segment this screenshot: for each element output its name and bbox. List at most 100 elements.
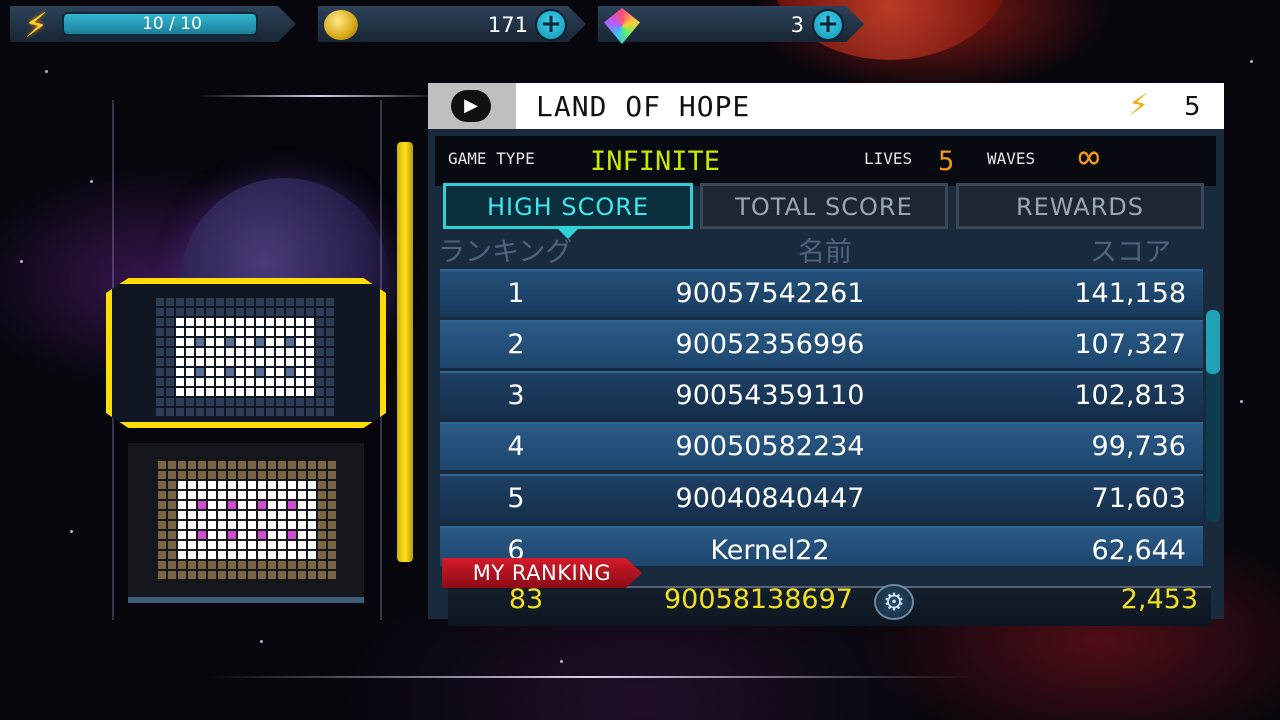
map-tile bbox=[158, 511, 166, 519]
map-tile bbox=[226, 388, 234, 396]
table-row[interactable]: 1 90057542261 141,158 bbox=[440, 269, 1203, 317]
map-tile bbox=[256, 388, 264, 396]
my-name: 90058138697 bbox=[664, 584, 853, 615]
table-row[interactable]: 3 90054359110 102,813 bbox=[440, 371, 1203, 419]
map-tile bbox=[288, 501, 296, 509]
map-tile bbox=[208, 561, 216, 569]
map-tile bbox=[168, 521, 176, 529]
play-button[interactable]: ▶ bbox=[451, 90, 491, 122]
map-tile bbox=[306, 368, 314, 376]
map-tile bbox=[226, 338, 234, 346]
map-tile bbox=[196, 368, 204, 376]
star bbox=[45, 70, 48, 73]
map-tile bbox=[296, 398, 304, 406]
map-tile bbox=[316, 398, 324, 406]
map-tile bbox=[286, 348, 294, 356]
map-tile bbox=[276, 308, 284, 316]
table-row[interactable]: 4 90050582234 99,736 bbox=[440, 422, 1203, 470]
map-tile bbox=[166, 398, 174, 406]
map-tile bbox=[258, 561, 266, 569]
map-tile bbox=[308, 481, 316, 489]
ranking-scroll-thumb[interactable] bbox=[1206, 310, 1220, 374]
map-tile bbox=[298, 551, 306, 559]
tab-total-score[interactable]: TOTAL SCORE bbox=[700, 183, 948, 229]
map-tile bbox=[228, 491, 236, 499]
map-tile bbox=[308, 541, 316, 549]
map-tile bbox=[276, 298, 284, 306]
level-thumbnail[interactable] bbox=[128, 443, 364, 603]
map-tile bbox=[308, 551, 316, 559]
map-tile bbox=[328, 471, 336, 479]
map-tile bbox=[166, 388, 174, 396]
map-tile bbox=[226, 328, 234, 336]
map-tile bbox=[236, 378, 244, 386]
level-thumbnail-selected[interactable] bbox=[106, 278, 386, 428]
map-tile bbox=[226, 308, 234, 316]
map-tile bbox=[278, 551, 286, 559]
map-tile bbox=[258, 461, 266, 469]
add-gems-button[interactable]: + bbox=[812, 9, 844, 41]
map-tile bbox=[326, 408, 334, 416]
column-header-ranking: ランキング bbox=[438, 237, 573, 268]
map-tile bbox=[288, 491, 296, 499]
map-tile bbox=[266, 298, 274, 306]
map-tile bbox=[206, 328, 214, 336]
map-tile bbox=[166, 338, 174, 346]
coin-stack-icon bbox=[324, 10, 358, 40]
map-tile bbox=[288, 561, 296, 569]
map-tile bbox=[208, 531, 216, 539]
map-tile bbox=[266, 308, 274, 316]
map-tile bbox=[306, 398, 314, 406]
map-tile bbox=[156, 398, 164, 406]
map-tile bbox=[276, 378, 284, 386]
map-tile bbox=[178, 491, 186, 499]
map-tile bbox=[308, 521, 316, 529]
tab-high-score[interactable]: HIGH SCORE bbox=[443, 183, 693, 229]
map-tile bbox=[158, 491, 166, 499]
add-coins-button[interactable]: + bbox=[535, 9, 567, 41]
map-tile bbox=[296, 318, 304, 326]
map-tile bbox=[318, 531, 326, 539]
map-tile bbox=[228, 471, 236, 479]
map-tile bbox=[276, 358, 284, 366]
map-tile bbox=[208, 461, 216, 469]
map-tile bbox=[236, 348, 244, 356]
map-tile bbox=[198, 521, 206, 529]
map-tile bbox=[268, 571, 276, 579]
map-tile bbox=[206, 298, 214, 306]
map-tile bbox=[326, 388, 334, 396]
play-icon: ▶ bbox=[464, 95, 478, 116]
tab-rewards[interactable]: REWARDS bbox=[956, 183, 1204, 229]
map-tile bbox=[278, 541, 286, 549]
row-score: 99,736 bbox=[1091, 431, 1186, 462]
map-tile bbox=[296, 298, 304, 306]
map-tile bbox=[196, 348, 204, 356]
map-tile bbox=[236, 328, 244, 336]
level-list-scrollbar[interactable] bbox=[397, 142, 413, 562]
map-tile bbox=[268, 511, 276, 519]
map-tile bbox=[226, 348, 234, 356]
map-tile bbox=[196, 328, 204, 336]
map-tile bbox=[188, 501, 196, 509]
map-tile bbox=[306, 328, 314, 336]
map-tile bbox=[206, 368, 214, 376]
table-row[interactable]: 5 90040840447 71,603 bbox=[440, 474, 1203, 522]
map-tile bbox=[236, 338, 244, 346]
map-tile bbox=[238, 511, 246, 519]
map-tile bbox=[216, 378, 224, 386]
profile-settings-button[interactable]: ⚙ bbox=[874, 584, 914, 620]
map-tile bbox=[186, 328, 194, 336]
map-tile bbox=[156, 298, 164, 306]
map-tile bbox=[218, 481, 226, 489]
row-score: 102,813 bbox=[1074, 380, 1186, 411]
map-tile bbox=[206, 308, 214, 316]
map-tile bbox=[178, 511, 186, 519]
table-row[interactable]: 2 90052356996 107,327 bbox=[440, 320, 1203, 368]
map-tile bbox=[188, 561, 196, 569]
map-tile bbox=[186, 398, 194, 406]
map-tile bbox=[328, 491, 336, 499]
map-tile bbox=[286, 308, 294, 316]
map-tile bbox=[216, 328, 224, 336]
map-tile bbox=[158, 541, 166, 549]
map-tile bbox=[236, 308, 244, 316]
